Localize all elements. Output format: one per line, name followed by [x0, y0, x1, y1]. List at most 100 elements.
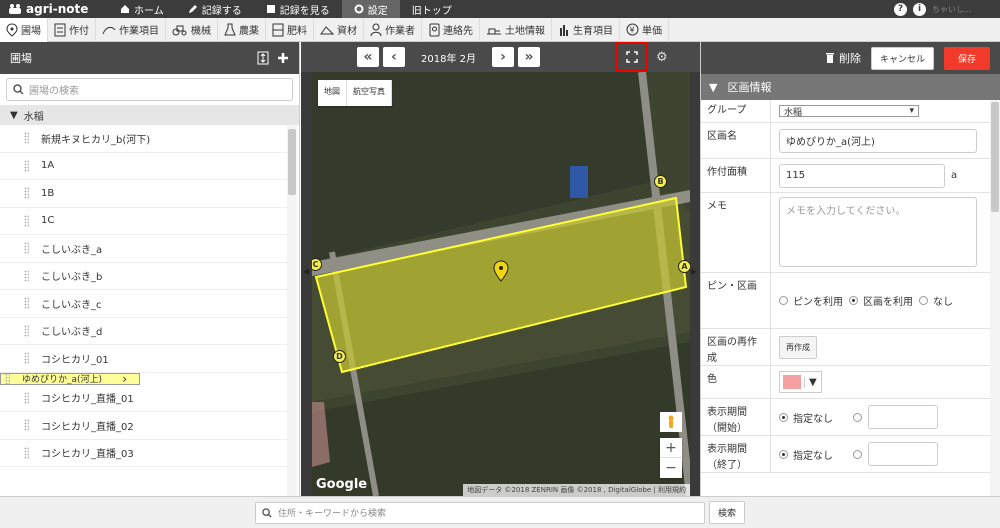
field-list-item[interactable]: ゆめぴりか_a(河上) › — [0, 372, 140, 386]
cancel-button[interactable]: キャンセル — [870, 46, 934, 70]
field-list-item[interactable]: コシヒカリ_直播_02 — [0, 412, 287, 440]
menu-crop[interactable]: 作付 — [48, 17, 96, 42]
prev-year-button[interactable]: « — [357, 47, 379, 67]
list-scrollbar-thumb[interactable] — [288, 129, 296, 195]
zoom-in-button[interactable]: + — [660, 438, 682, 458]
menu-machine[interactable]: 機械 — [166, 17, 218, 42]
field-form: グループ 水稲 ▾ 区画名 ゆめぴりか_a(河上) 作付面積 115 a メモ メモ… — [701, 100, 1000, 496]
field-list-item[interactable]: 1C — [0, 208, 287, 235]
end-date-radio[interactable] — [853, 449, 862, 459]
name-input[interactable]: ゆめぴりか_a(河上) — [779, 128, 977, 153]
collapse-right-icon[interactable]: ▶ — [691, 267, 697, 276]
collapse-left-icon[interactable]: ◀ — [303, 267, 309, 276]
drag-handle-icon[interactable] — [24, 214, 29, 227]
map-type-map[interactable]: 地図 — [318, 80, 347, 106]
drag-handle-icon[interactable] — [5, 372, 10, 385]
menu-fertilizer[interactable]: 肥料 — [266, 17, 314, 42]
menu-price[interactable]: ¥ 単価 — [620, 17, 669, 42]
add-icon[interactable] — [277, 52, 289, 64]
sort-icon[interactable] — [257, 51, 269, 65]
pin-radio-pin-label: ピンを利用 — [793, 297, 843, 308]
drag-handle-icon[interactable] — [24, 159, 29, 172]
prev-month-button[interactable]: ‹ — [383, 47, 405, 67]
field-list-item[interactable]: コシヒカリ_直播_01 — [0, 385, 287, 412]
fullscreen-button[interactable] — [615, 42, 648, 71]
area-input[interactable]: 115 — [779, 163, 945, 188]
field-list-item[interactable]: コシヒカリ_01 — [0, 345, 287, 373]
satellite-map[interactable]: 地図 航空写真 A B C D + − Google 地図データ ©2018 Z… — [312, 72, 690, 496]
drag-handle-icon[interactable] — [24, 324, 29, 337]
field-pin-icon[interactable] — [493, 260, 509, 282]
nav-view-records[interactable]: 記録を見る — [254, 0, 342, 18]
menu-land[interactable]: 土地情報 — [480, 17, 552, 42]
user-name[interactable]: ちゃいし... — [932, 4, 992, 15]
app-logo[interactable]: agri-note — [0, 2, 108, 16]
menu-task[interactable]: 作業項目 — [96, 17, 166, 42]
nav-settings[interactable]: 設定 — [341, 0, 400, 18]
nav-old-top[interactable]: 旧トップ — [400, 0, 464, 18]
start-date-input[interactable] — [868, 405, 938, 429]
field-list-item[interactable]: コシヒカリ_直播_03 — [0, 440, 287, 467]
map-settings-icon[interactable]: ⚙ — [656, 50, 668, 65]
pin-radio-area[interactable]: 区画を利用 — [849, 293, 913, 308]
menu-material[interactable]: 資材 — [314, 17, 364, 42]
drag-handle-icon[interactable] — [24, 352, 29, 365]
recreate-button[interactable]: 再作成 — [779, 335, 817, 359]
field-list-item[interactable]: 新規キヌヒカリ_b(河下) — [0, 125, 287, 153]
form-scrollbar-thumb[interactable] — [991, 102, 999, 212]
field-list-item[interactable]: こしいぶき_c — [0, 290, 287, 318]
drag-handle-icon[interactable] — [24, 297, 29, 310]
drag-handle-icon[interactable] — [24, 269, 29, 282]
drag-handle-icon[interactable] — [24, 132, 29, 145]
street-view-icon[interactable] — [660, 412, 682, 432]
vertex-marker-a[interactable]: A — [678, 260, 690, 273]
end-date-input[interactable] — [868, 442, 938, 466]
help-icon[interactable]: ? — [894, 2, 907, 16]
form-scrollbar[interactable] — [990, 100, 1000, 496]
group-select[interactable]: 水稲 ▾ — [779, 105, 919, 118]
save-button[interactable]: 保存 — [943, 46, 990, 70]
menu-pesticide[interactable]: 農薬 — [218, 17, 266, 42]
drag-handle-icon[interactable] — [24, 187, 29, 200]
section-header[interactable]: ▼ 区画情報 — [701, 74, 1000, 100]
map-attribution[interactable]: 地図データ ©2018 ZENRIN 画像 ©2018 , DigitalGlo… — [463, 484, 690, 496]
menu-field[interactable]: 圃場 — [0, 17, 48, 42]
info-icon[interactable]: i — [913, 2, 926, 16]
vertex-marker-d[interactable]: D — [333, 350, 346, 363]
drag-handle-icon[interactable] — [24, 446, 29, 459]
drag-handle-icon[interactable] — [24, 391, 29, 404]
memo-textarea[interactable]: メモを入力してください。 — [779, 197, 977, 267]
map-type-aerial[interactable]: 航空写真 — [347, 80, 392, 106]
next-month-button[interactable]: › — [492, 47, 514, 67]
field-list-item[interactable]: こしいぶき_a — [0, 235, 287, 263]
start-date-radio[interactable] — [853, 412, 862, 422]
pin-radio-pin[interactable]: ピンを利用 — [779, 293, 843, 308]
list-scrollbar[interactable] — [287, 125, 297, 499]
vertex-marker-b[interactable]: B — [654, 175, 667, 188]
next-year-button[interactable]: » — [518, 47, 540, 67]
group-header[interactable]: ▼ 水稲 — [0, 105, 299, 125]
drag-handle-icon[interactable] — [24, 419, 29, 432]
pin-radio-none[interactable]: なし — [919, 293, 953, 308]
growth-icon — [560, 24, 568, 36]
yen-icon: ¥ — [626, 23, 639, 36]
worker-icon — [370, 23, 382, 36]
menu-growth[interactable]: 生育項目 — [552, 17, 620, 42]
field-list-item[interactable]: こしいぶき_d — [0, 318, 287, 345]
nav-record[interactable]: 記録する — [176, 0, 254, 18]
zoom-out-button[interactable]: − — [660, 458, 682, 478]
nav-home[interactable]: ホーム — [108, 0, 176, 18]
end-none-radio[interactable]: 指定なし — [779, 447, 833, 462]
delete-button[interactable]: 削除 — [825, 50, 861, 66]
start-none-radio[interactable]: 指定なし — [779, 410, 833, 425]
drag-handle-icon[interactable] — [24, 242, 29, 255]
address-search-input[interactable]: 住所・キーワードから検索 — [254, 501, 705, 524]
menu-worker[interactable]: 作業者 — [364, 17, 422, 42]
field-list-item[interactable]: こしいぶき_b — [0, 263, 287, 290]
address-search-button[interactable]: 検索 — [708, 501, 745, 524]
field-list-item[interactable]: 1B — [0, 180, 287, 208]
field-search-input[interactable]: 圃場の検索 — [6, 78, 293, 101]
color-picker[interactable]: ▼ — [779, 371, 822, 393]
field-list-item[interactable]: 1A — [0, 153, 287, 180]
menu-contact[interactable]: 連絡先 — [422, 17, 480, 42]
